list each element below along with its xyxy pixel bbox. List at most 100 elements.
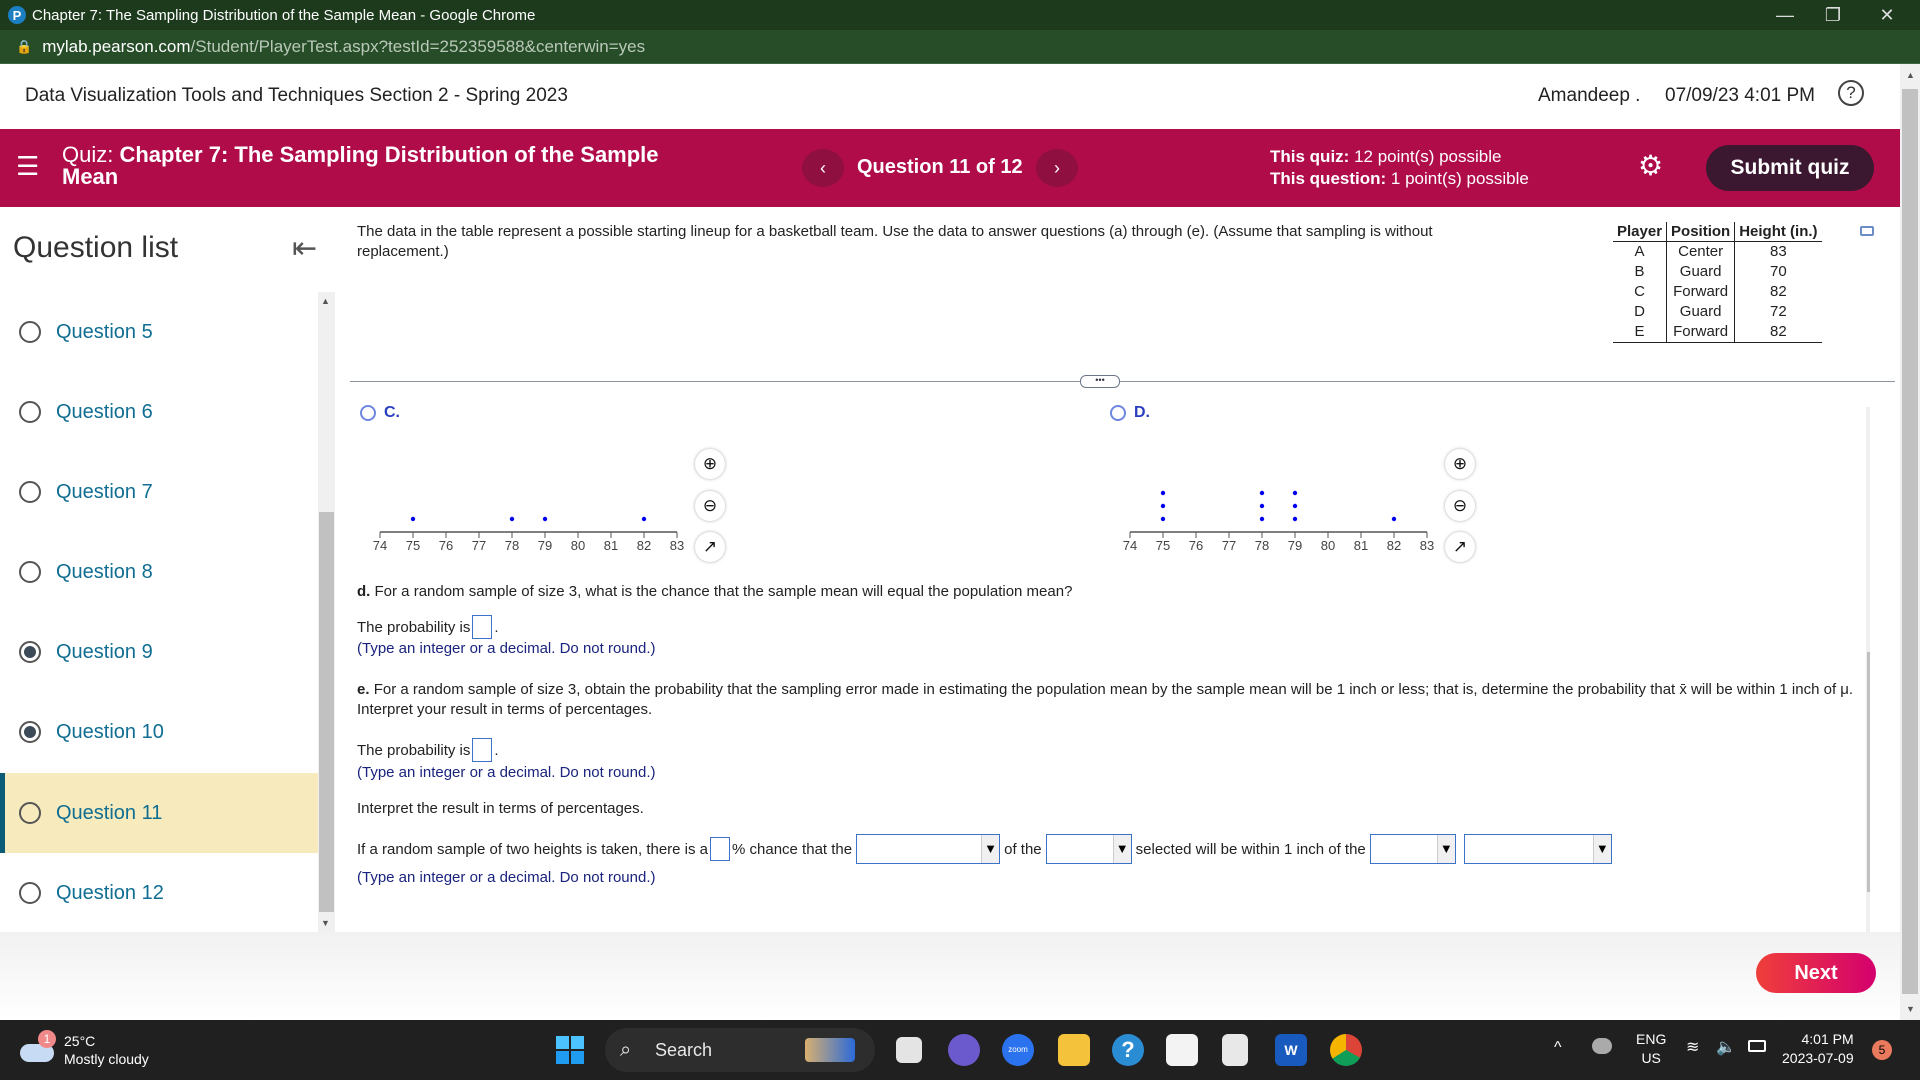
notification-badge[interactable]: 5	[1872, 1040, 1892, 1060]
tick-label: 74	[373, 538, 387, 553]
percent-input[interactable]	[710, 837, 731, 861]
sidebar-item-question[interactable]: Question 8	[0, 532, 318, 612]
page-scrollbar[interactable]: ▲ ▼	[1900, 64, 1920, 1020]
table-popout-icon[interactable]	[1860, 226, 1874, 236]
part-e-probability-input[interactable]	[472, 738, 493, 762]
next-button[interactable]: Next	[1756, 953, 1876, 993]
collapse-sidebar-icon[interactable]: ⇤	[292, 231, 317, 266]
tick-label: 76	[1189, 538, 1203, 553]
table-header: Player	[1613, 222, 1667, 242]
sentence-part-1: If a random sample of two heights is tak…	[357, 840, 709, 858]
battery-icon[interactable]	[1748, 1040, 1766, 1052]
get-help-icon[interactable]: ?	[1112, 1034, 1144, 1066]
divider-handle[interactable]: •••	[1080, 375, 1120, 388]
language-indicator[interactable]: ENG US	[1636, 1030, 1666, 1068]
address-bar[interactable]: 🔒 mylab.pearson.com/Student/PlayerTest.a…	[0, 30, 1920, 64]
zoom-in-icon[interactable]: ⊕	[1445, 449, 1475, 479]
submit-quiz-button[interactable]: Submit quiz	[1706, 145, 1874, 191]
interpretation-sentence: If a random sample of two heights is tak…	[357, 834, 1616, 864]
sidebar-item-question[interactable]: Question 6	[0, 372, 318, 452]
search-label: Search	[655, 1040, 713, 1060]
zoom-out-icon[interactable]: ⊖	[695, 491, 725, 521]
sentence-part-3: of the	[1004, 840, 1042, 858]
data-dot	[1292, 516, 1298, 522]
sidebar-item-question[interactable]: Question 7	[0, 452, 318, 532]
task-view-icon[interactable]	[896, 1037, 922, 1063]
sidebar-scrollbar[interactable]: ▲ ▼	[318, 292, 335, 932]
part-d-question: d. For a random sample of size 3, what i…	[357, 583, 1072, 600]
dropdown-4[interactable]: ▼	[1463, 834, 1612, 864]
previous-question-button[interactable]: ‹	[802, 149, 844, 187]
part-d-label: d.	[357, 583, 371, 600]
next-question-button[interactable]: ›	[1036, 149, 1078, 187]
minimize-button[interactable]: —	[1760, 0, 1810, 30]
system-clock[interactable]: 4:01 PM 2023-07-09	[1782, 1030, 1854, 1068]
pearson-logo-icon: P	[8, 6, 26, 24]
close-button[interactable]: ✕	[1862, 0, 1912, 30]
pane-divider[interactable]	[350, 381, 1895, 382]
taskbar-search[interactable]: ⌕ Search	[605, 1028, 875, 1072]
part-e-answer-suffix: .	[494, 741, 499, 759]
scroll-up-icon[interactable]: ▲	[321, 296, 330, 306]
zoom-app-icon[interactable]: zoom	[1002, 1034, 1034, 1066]
tick-label: 74	[1123, 538, 1137, 553]
dropdown-1[interactable]: ▼	[856, 834, 1001, 864]
microsoft-store-icon[interactable]	[1166, 1034, 1198, 1066]
sentence-part-2: % chance that the	[732, 840, 853, 858]
part-d-probability-input[interactable]	[472, 615, 493, 639]
zoom-in-icon[interactable]: ⊕	[695, 449, 725, 479]
teams-chat-icon[interactable]	[948, 1034, 980, 1066]
sidebar-scroll-thumb[interactable]	[319, 512, 334, 912]
sidebar-item-label: Question 6	[56, 400, 153, 423]
scroll-down-icon[interactable]: ▼	[321, 918, 330, 928]
settings-icon[interactable]: ⚙	[1638, 151, 1663, 181]
zoom-out-icon[interactable]: ⊖	[1445, 491, 1475, 521]
sidebar-item-question[interactable]: Question 5	[0, 292, 318, 372]
show-hidden-icons[interactable]: ^	[1554, 1038, 1562, 1057]
wifi-icon[interactable]: ≋	[1686, 1038, 1699, 1057]
url-path: /Student/PlayerTest.aspx?testId=25235958…	[190, 36, 646, 56]
question-content: The data in the table represent a possib…	[340, 207, 1900, 932]
sidebar-item-question[interactable]: Question 12	[0, 853, 318, 933]
onedrive-error-icon[interactable]	[1592, 1038, 1612, 1054]
dropdown-arrow-icon: ▼	[981, 835, 1000, 863]
app-header: Data Visualization Tools and Techniques …	[0, 64, 1890, 128]
volume-icon[interactable]: 🔈	[1716, 1038, 1736, 1057]
footer: Next	[0, 932, 1900, 1020]
data-dot	[1160, 490, 1166, 496]
part-d-text: For a random sample of size 3, what is t…	[374, 583, 1073, 600]
scroll-up-icon[interactable]: ▲	[1906, 70, 1915, 80]
part-d-hint: (Type an integer or a decimal. Do not ro…	[357, 640, 656, 657]
file-explorer-icon[interactable]	[1058, 1034, 1090, 1066]
tick-label: 75	[406, 538, 420, 553]
dropdown-3[interactable]: ▼	[1369, 834, 1456, 864]
word-icon[interactable]: W	[1275, 1034, 1307, 1066]
answer-pane-scroll-thumb[interactable]	[1867, 652, 1870, 892]
dropdown-2[interactable]: ▼	[1045, 834, 1132, 864]
sidebar-item-question[interactable]: Question 9	[0, 612, 318, 692]
sidebar-item-question[interactable]: Question 10	[0, 692, 318, 772]
table-cell: Forward	[1666, 322, 1735, 343]
answer-pane-scrollbar[interactable]: ▲ ▼	[1866, 407, 1870, 932]
restore-button[interactable]: ❐	[1808, 0, 1858, 30]
snipping-tool-icon[interactable]	[1222, 1034, 1248, 1066]
chrome-icon[interactable]	[1330, 1034, 1362, 1066]
tick-label: 79	[538, 538, 552, 553]
page-scroll-thumb[interactable]	[1902, 89, 1918, 994]
popout-icon[interactable]: ↗	[695, 532, 725, 562]
windows-start-icon[interactable]	[556, 1036, 584, 1064]
table-cell: E	[1613, 322, 1667, 343]
sidebar-item-question[interactable]: Question 11	[0, 773, 318, 853]
sidebar-item-label: Question 11	[56, 801, 163, 824]
tick-label: 79	[1288, 538, 1302, 553]
option-c[interactable]: C.	[360, 404, 400, 422]
option-c-radio[interactable]	[360, 405, 376, 421]
popout-icon[interactable]: ↗	[1445, 532, 1475, 562]
option-d[interactable]: D.	[1110, 404, 1150, 422]
dropdown-arrow-icon: ▼	[1112, 835, 1131, 863]
menu-icon[interactable]: ☰	[16, 153, 39, 179]
help-icon[interactable]: ?	[1838, 80, 1864, 106]
scroll-down-icon[interactable]: ▼	[1906, 1004, 1915, 1014]
course-title: Data Visualization Tools and Techniques …	[25, 85, 568, 106]
option-d-radio[interactable]	[1110, 405, 1126, 421]
